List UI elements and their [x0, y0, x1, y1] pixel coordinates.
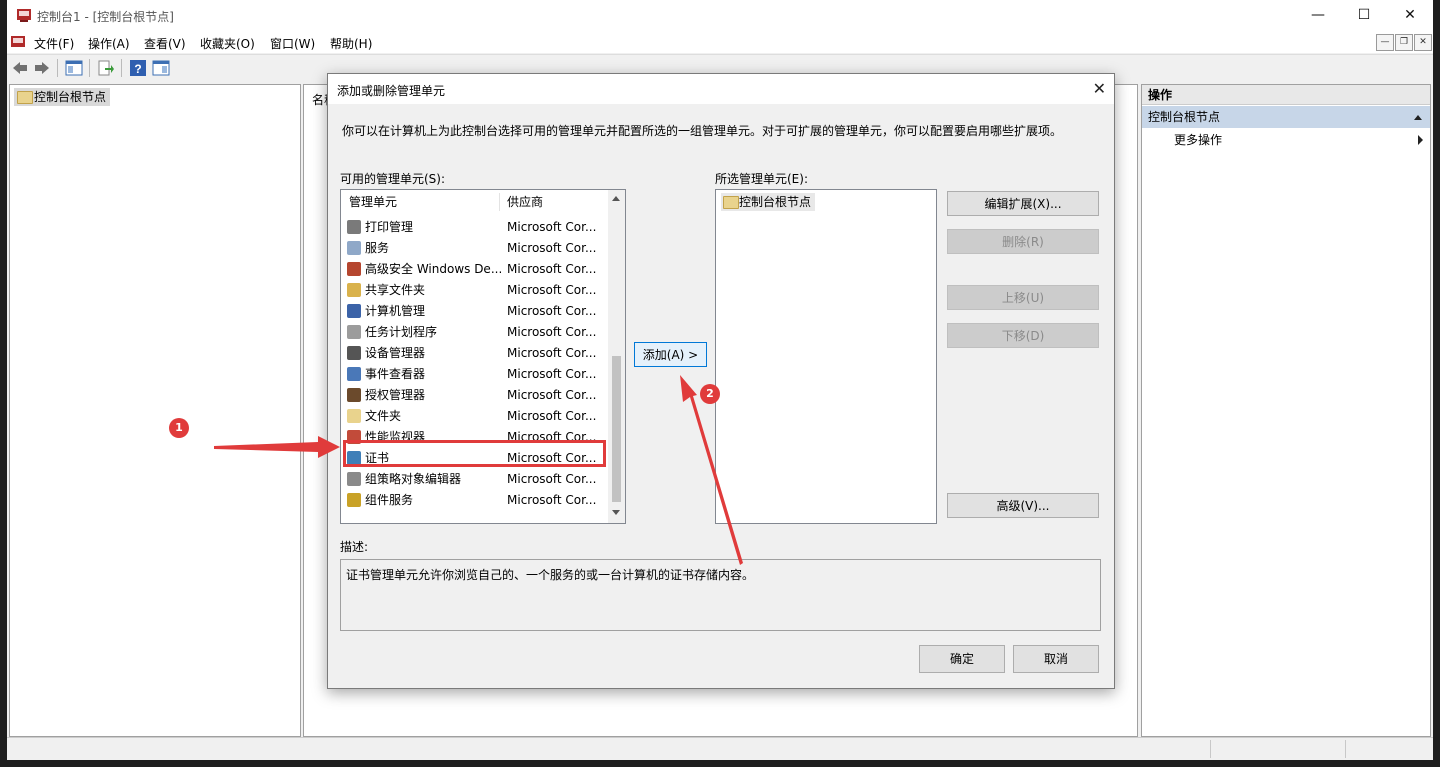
annotation-arrows	[214, 375, 743, 565]
arrow-to-certificate	[214, 436, 340, 458]
step-1-badge: 1	[169, 418, 189, 438]
step-2-badge: 2	[700, 384, 720, 404]
